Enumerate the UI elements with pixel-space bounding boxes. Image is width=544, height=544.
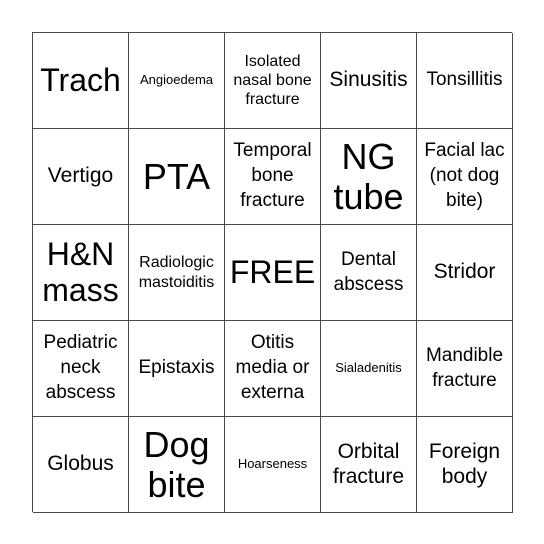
bingo-cell-r3c1[interactable]: H&N mass [33, 225, 129, 321]
bingo-cell-r5c5[interactable]: Foreign body [417, 417, 513, 513]
bingo-cell-r1c2[interactable]: Angioedema [129, 33, 225, 129]
bingo-cell-r1c4[interactable]: Sinusitis [321, 33, 417, 129]
bingo-cell-r4c5[interactable]: Mandible fracture [417, 321, 513, 417]
bingo-cell-r5c4[interactable]: Orbital fracture [321, 417, 417, 513]
bingo-cell-r3c2[interactable]: Radiologic mastoiditis [129, 225, 225, 321]
bingo-cell-r1c1[interactable]: Trach [33, 33, 129, 129]
bingo-cell-r2c1[interactable]: Vertigo [33, 129, 129, 225]
bingo-board: Trach Angioedema Isolated nasal bone fra… [32, 32, 513, 513]
bingo-cell-r4c3[interactable]: Otitis media or externa [225, 321, 321, 417]
bingo-cell-r2c5[interactable]: Facial lac (not dog bite) [417, 129, 513, 225]
bingo-cell-r5c3[interactable]: Hoarseness [225, 417, 321, 513]
bingo-cell-r5c2[interactable]: Dog bite [129, 417, 225, 513]
bingo-cell-r2c2[interactable]: PTA [129, 129, 225, 225]
bingo-cell-r5c1[interactable]: Globus [33, 417, 129, 513]
bingo-cell-r2c4[interactable]: NG tube [321, 129, 417, 225]
bingo-cell-r3c5[interactable]: Stridor [417, 225, 513, 321]
bingo-cell-r1c3[interactable]: Isolated nasal bone fracture [225, 33, 321, 129]
bingo-cell-free[interactable]: FREE [225, 225, 321, 321]
bingo-cell-r4c1[interactable]: Pediatric neck abscess [33, 321, 129, 417]
bingo-cell-r2c3[interactable]: Temporal bone fracture [225, 129, 321, 225]
bingo-cell-r1c5[interactable]: Tonsillitis [417, 33, 513, 129]
bingo-cell-r3c4[interactable]: Dental abscess [321, 225, 417, 321]
bingo-cell-r4c4[interactable]: Sialadenitis [321, 321, 417, 417]
bingo-cell-r4c2[interactable]: Epistaxis [129, 321, 225, 417]
